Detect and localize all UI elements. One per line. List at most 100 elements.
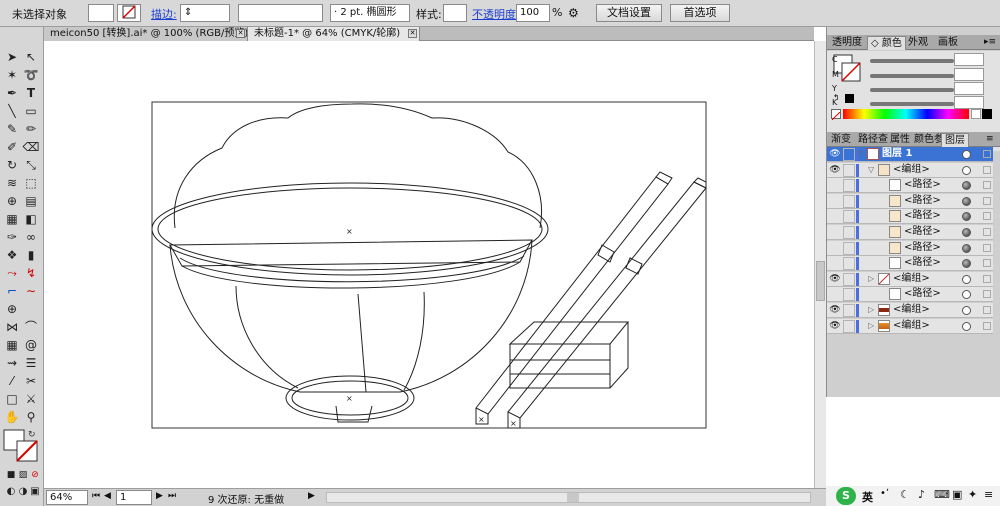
expand-right-icon[interactable]: ▷ [868,319,874,333]
expand-down-icon[interactable]: ▽ [868,163,874,177]
selection-square[interactable] [983,165,991,174]
ime-mode[interactable]: 英 [862,489,873,505]
lock-toggle[interactable] [843,272,855,286]
tab-color[interactable]: ◇ 颜色 [867,36,906,50]
path-tool-icon[interactable]: ⌐ [3,283,21,299]
visibility-empty-icon[interactable] [829,180,841,191]
visibility-eye-icon[interactable]: 👁 [829,165,841,176]
ime-logo-icon[interactable]: S [836,487,856,505]
lock-toggle[interactable] [843,194,855,208]
layer-row[interactable]: <路径> [827,256,993,272]
direct-selection-tool-icon[interactable]: ↖ [22,49,40,65]
lock-toggle[interactable] [843,148,855,161]
brush-definition-dropdown[interactable]: · 2 pt. 椭圆形 [330,4,410,22]
zoom-field[interactable]: 64% [46,490,88,505]
screen-mode-icon[interactable]: ▣ [26,484,44,500]
blend-mode-tool-icon[interactable]: ⇝ [3,355,21,371]
document-setup-button[interactable]: 文档设置 [596,4,662,22]
prev-artboard-icon[interactable]: ◀ [104,491,111,501]
visibility-eye-icon[interactable]: 👁 [829,149,841,160]
target-circle-icon[interactable] [962,150,971,159]
layer-row[interactable]: <路径> [827,178,993,194]
warp-tool-icon[interactable]: ≋ [3,175,21,191]
grid-tool-icon[interactable]: ▦ [3,337,21,353]
layer-row[interactable]: <路径> [827,287,993,303]
paintbrush-tool-icon[interactable]: ✎ [3,121,21,137]
last-artboard-icon[interactable]: ⏭ [168,491,176,501]
stroke-swatch-dropdown[interactable] [117,4,141,22]
selection-square[interactable] [983,259,991,268]
layer-row[interactable]: 👁 ▽ <编组> [827,162,993,178]
layer-row[interactable]: <路径> [827,240,993,256]
tab-appearance[interactable]: 外观 [905,36,931,50]
menu-icon[interactable]: ≡ [984,488,993,501]
y-value-field[interactable] [954,82,984,95]
style-dropdown[interactable] [443,4,467,22]
spiral-tool-icon[interactable]: @ [22,337,40,353]
fill-swatch-dropdown[interactable] [88,4,114,22]
expand-right-icon[interactable]: ▷ [868,272,874,286]
lock-toggle[interactable] [843,241,855,255]
align-tool-icon[interactable]: ☰ [22,355,40,371]
pen-tool-icon[interactable]: ✒ [3,85,21,101]
vertical-scrollbar[interactable] [814,41,826,488]
target-circle-icon[interactable] [962,212,971,222]
knife-tool-icon[interactable]: ⚔ [22,391,40,407]
expand-down-icon[interactable]: ▽ [857,147,863,161]
lock-toggle[interactable] [843,257,855,271]
stroke-weight-field[interactable]: ⇕ [180,4,230,22]
k-value-field[interactable] [954,96,984,109]
free-transform-tool-icon[interactable]: ⬚ [22,175,40,191]
mesh-tool-icon[interactable]: ⋈ [3,319,21,335]
magic-wand-tool-icon[interactable]: ✶ [3,67,21,83]
opacity-label-link[interactable]: 不透明度: [472,6,520,22]
black-swatch[interactable] [845,94,854,103]
selection-square[interactable] [983,212,991,221]
punctuation-icon[interactable]: •ʼ [880,488,889,499]
layer-row[interactable]: 👁 ▷ <编组> [827,303,993,318]
wrench-icon[interactable]: ✦ [968,488,977,501]
selection-square[interactable] [983,150,991,158]
selection-square[interactable] [983,196,991,205]
selection-square[interactable] [983,321,991,330]
recolor-icon[interactable]: ⚙ [568,6,579,20]
rotate-tool-icon[interactable]: ↻ [3,157,21,173]
next-artboard-icon[interactable]: ▶ [156,491,163,501]
visibility-empty-icon[interactable] [829,211,841,222]
target-circle-icon[interactable] [962,165,971,175]
zoom-tool-icon[interactable]: ⚲ [22,409,40,425]
tab-meicon50[interactable]: meicon50 [转换].ai* @ 100% (RGB/预览) ✕ [44,27,248,41]
visibility-eye-icon[interactable]: 👁 [829,305,841,316]
shape-builder-tool-icon[interactable]: ⊕ [3,193,21,209]
opacity-field[interactable]: 100 [516,4,550,22]
tab-gradient[interactable]: 渐变 [828,133,854,147]
keyboard-icon[interactable]: ⌨ [934,488,950,501]
none-mode-icon[interactable]: ⊘ [26,467,44,483]
layer-row[interactable]: 👁 ▷ <编组> [827,318,993,334]
selection-square[interactable] [983,181,991,190]
lock-toggle[interactable] [843,210,855,224]
smooth-tool-icon[interactable]: ∼ [22,283,40,299]
lock-toggle[interactable] [843,288,855,302]
target-circle-icon[interactable] [962,228,971,237]
slice-tool-icon[interactable]: ⁄ [3,373,21,389]
microphone-icon[interactable]: ♪ [918,488,925,501]
eyedropper-tool-icon[interactable]: ✑ [3,229,21,245]
visibility-empty-icon[interactable] [829,196,841,207]
close-icon[interactable]: ✕ [236,29,245,38]
scroll-thumb[interactable] [816,261,825,301]
panel-menu-icon[interactable]: ≡ [983,133,997,147]
live-paint-tool-icon[interactable]: ▤ [22,193,40,209]
scale-tool-icon[interactable]: ⤡ [22,157,40,173]
target-circle-icon[interactable] [962,181,971,191]
tab-pathfinder[interactable]: 路径查 [855,133,891,147]
target-tool-icon[interactable]: ⊕ [3,301,21,317]
eraser-tool-icon[interactable]: ⌫ [22,139,40,155]
first-artboard-icon[interactable]: ⏮ [92,491,100,501]
layer-row[interactable]: 👁 ▽ 图层 1 [827,147,993,162]
visibility-empty-icon[interactable] [829,258,841,269]
skin-icon[interactable]: ▣ [952,488,962,501]
visibility-empty-icon[interactable] [829,289,841,300]
convert-anchor-icon[interactable]: ↯ [22,265,40,281]
target-circle-icon[interactable] [962,259,971,269]
